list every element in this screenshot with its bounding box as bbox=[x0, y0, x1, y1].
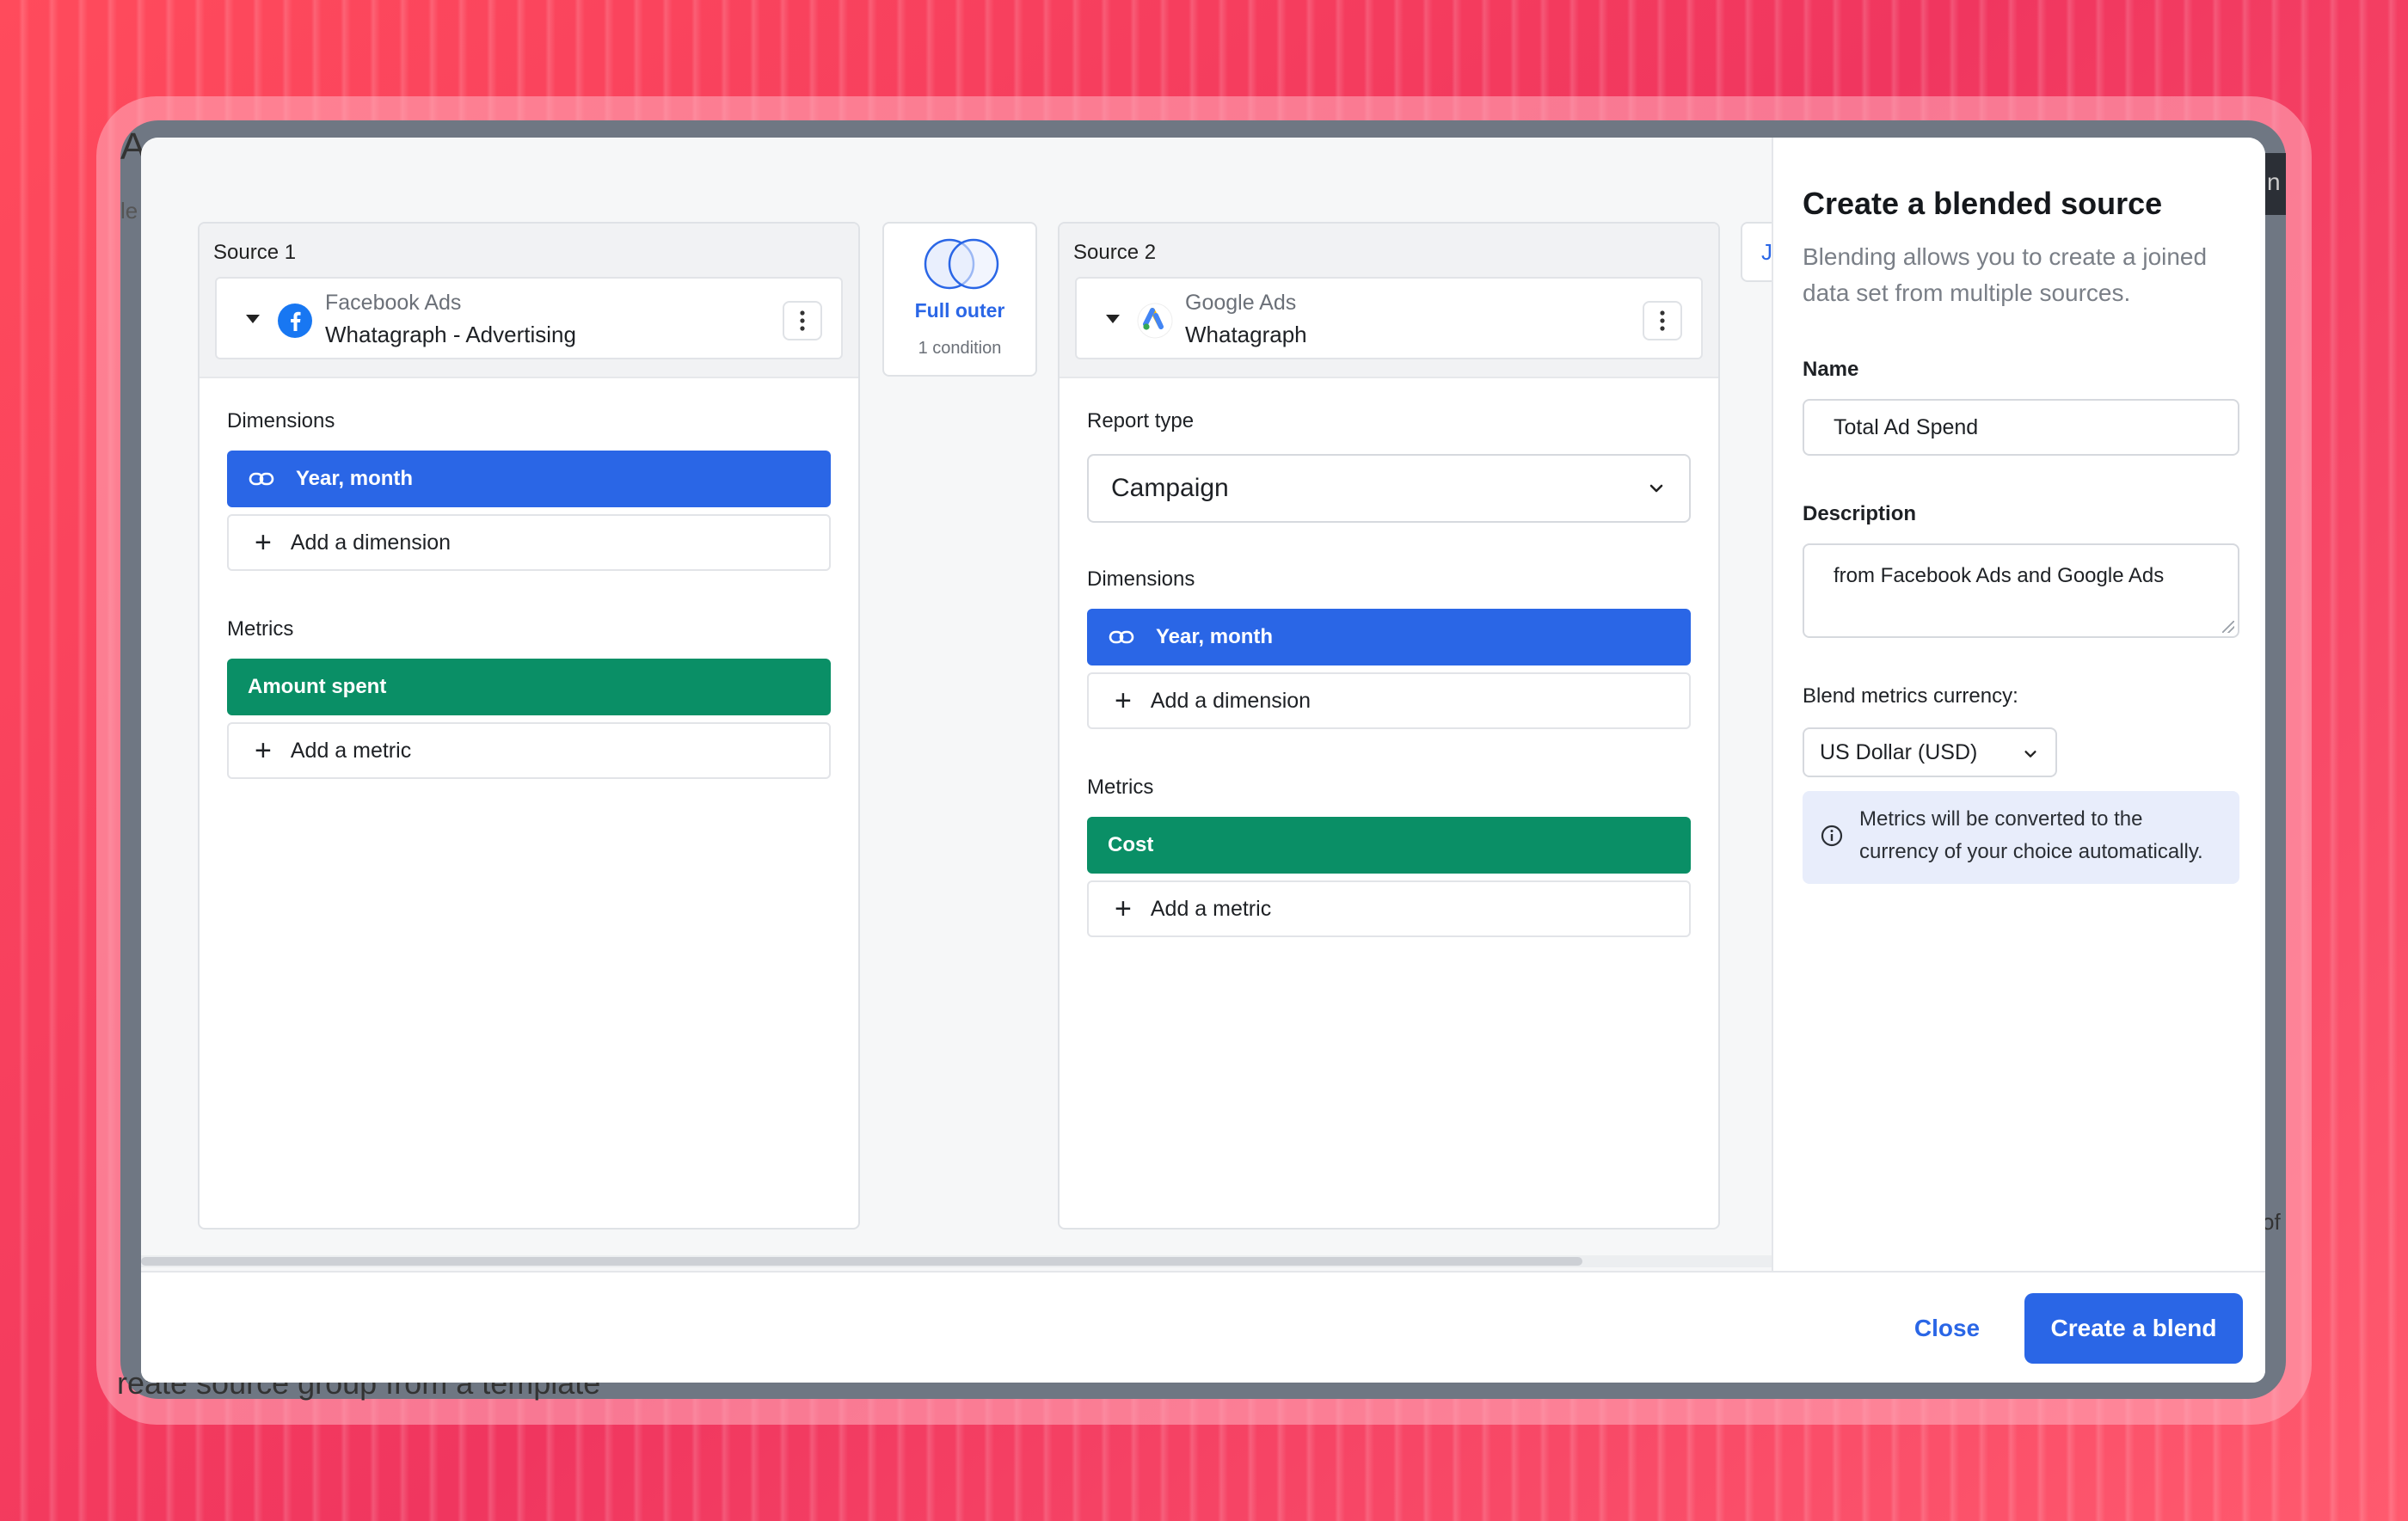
source-1-dimension-text: Year, month bbox=[296, 467, 414, 490]
source-2-account: Whatagraph bbox=[1185, 322, 1307, 347]
source-1-metric-pill[interactable]: Amount spent bbox=[227, 659, 831, 715]
source-1-more-options-icon[interactable] bbox=[783, 301, 822, 340]
collapse-caret-icon[interactable] bbox=[246, 315, 260, 323]
join-condition-count: 1 condition bbox=[918, 339, 1002, 358]
source-1-account: Whatagraph - Advertising bbox=[325, 322, 576, 347]
modal-footer: Close Create a blend bbox=[141, 1271, 2265, 1383]
source-1-title: Source 1 bbox=[213, 241, 297, 264]
plus-icon: + bbox=[255, 526, 272, 559]
source-1-dimensions-label: Dimensions bbox=[227, 409, 335, 432]
blend-canvas: Source 1 Facebook Ads Whatagraph - Adver… bbox=[141, 138, 1792, 1271]
chevron-down-icon bbox=[2024, 751, 2036, 757]
name-field-value: Total Ad Spend bbox=[1834, 414, 1979, 439]
source-2-dimension-pill[interactable]: Year, month bbox=[1087, 609, 1691, 665]
sidebar-description: Blending allows you to create a joined d… bbox=[1803, 243, 2208, 306]
link-icon bbox=[248, 465, 275, 493]
source-1-platform: Facebook Ads bbox=[325, 291, 462, 315]
link-icon bbox=[1108, 623, 1135, 651]
name-field[interactable]: Total Ad Spend bbox=[1803, 399, 2239, 456]
blend-modal: Source 1 Facebook Ads Whatagraph - Adver… bbox=[141, 138, 2265, 1383]
close-button[interactable]: Close bbox=[1895, 1298, 1999, 1358]
source-1-panel: Source 1 Facebook Ads Whatagraph - Adver… bbox=[198, 222, 860, 1230]
plus-icon: + bbox=[1115, 892, 1132, 925]
source-2-title: Source 2 bbox=[1073, 241, 1157, 264]
google-ads-icon bbox=[1137, 303, 1173, 339]
source-1-metrics-label: Metrics bbox=[227, 617, 294, 641]
source-2-add-dimension-label: Add a dimension bbox=[1150, 688, 1312, 713]
source-2-dimensions-label: Dimensions bbox=[1087, 567, 1195, 591]
description-field-label: Description bbox=[1803, 502, 1917, 525]
background-peek-button: n bbox=[2262, 153, 2286, 215]
currency-info-text: Metrics will be converted to the currenc… bbox=[1859, 807, 2203, 863]
name-field-label: Name bbox=[1803, 358, 1859, 381]
source-1-header: Source 1 Facebook Ads Whatagraph - Adver… bbox=[200, 224, 858, 378]
info-icon bbox=[1821, 825, 1843, 847]
blend-settings-sidebar: Create a blended source Blending allows … bbox=[1772, 138, 2265, 1271]
currency-select-value: US Dollar (USD) bbox=[1820, 739, 1978, 764]
currency-info-box: Metrics will be converted to the currenc… bbox=[1803, 791, 2239, 884]
join-type-button[interactable]: Full outer 1 condition bbox=[882, 222, 1037, 377]
source-2-metric-text: Cost bbox=[1108, 833, 1154, 856]
horizontal-scrollbar-thumb[interactable] bbox=[141, 1257, 1582, 1266]
report-type-value: Campaign bbox=[1111, 474, 1229, 502]
collapse-caret-icon[interactable] bbox=[1106, 315, 1120, 323]
report-type-label: Report type bbox=[1087, 409, 1195, 432]
sidebar-title: Create a blended source bbox=[1803, 186, 2163, 221]
plus-icon: + bbox=[255, 734, 272, 767]
description-field[interactable]: from Facebook Ads and Google Ads bbox=[1803, 543, 2239, 638]
source-1-add-dimension-button[interactable]: + Add a dimension bbox=[227, 514, 831, 571]
currency-field-label: Blend metrics currency: bbox=[1803, 684, 2018, 708]
source-2-metrics-label: Metrics bbox=[1087, 776, 1154, 799]
source-2-add-dimension-button[interactable]: + Add a dimension bbox=[1087, 672, 1691, 729]
description-field-value: from Facebook Ads and Google Ads bbox=[1834, 564, 2165, 587]
source-2-metric-pill[interactable]: Cost bbox=[1087, 817, 1691, 874]
source-1-dimension-pill[interactable]: Year, month bbox=[227, 451, 831, 507]
currency-select[interactable]: US Dollar (USD) bbox=[1803, 727, 2057, 777]
source-2-header: Source 2 Google Ads Whatagraph bbox=[1060, 224, 1718, 378]
venn-join-icon bbox=[924, 238, 999, 290]
source-2-dimension-text: Year, month bbox=[1156, 625, 1274, 648]
report-type-select[interactable]: Campaign bbox=[1087, 454, 1691, 523]
source-1-add-metric-label: Add a metric bbox=[290, 738, 412, 763]
source-1-add-dimension-label: Add a dimension bbox=[290, 530, 452, 555]
source-2-more-options-icon[interactable] bbox=[1643, 301, 1682, 340]
source-1-add-metric-button[interactable]: + Add a metric bbox=[227, 722, 831, 779]
resize-grip-icon[interactable] bbox=[2222, 621, 2234, 633]
source-2-platform: Google Ads bbox=[1185, 291, 1297, 315]
source-1-card[interactable]: Facebook Ads Whatagraph - Advertising bbox=[215, 277, 843, 359]
join-type-label: Full outer bbox=[914, 299, 1005, 322]
chevron-down-icon bbox=[1649, 484, 1663, 493]
source-2-card[interactable]: Google Ads Whatagraph bbox=[1075, 277, 1703, 359]
facebook-ads-icon bbox=[277, 303, 313, 339]
source-2-add-metric-label: Add a metric bbox=[1150, 896, 1272, 921]
background-peek-button-text: n bbox=[2267, 169, 2281, 195]
source-2-add-metric-button[interactable]: + Add a metric bbox=[1087, 880, 1691, 937]
create-blend-button[interactable]: Create a blend bbox=[2024, 1293, 2243, 1364]
source-1-metric-text: Amount spent bbox=[248, 675, 387, 698]
plus-icon: + bbox=[1115, 684, 1132, 717]
source-2-panel: Source 2 Google Ads Whatagraph Report ty… bbox=[1058, 222, 1720, 1230]
background-peek-sub: le bbox=[120, 198, 138, 224]
